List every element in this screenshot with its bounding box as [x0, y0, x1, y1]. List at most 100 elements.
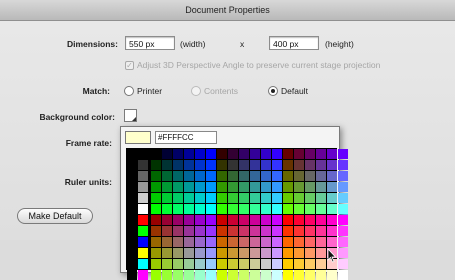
- color-swatch[interactable]: [184, 259, 194, 269]
- color-swatch[interactable]: [272, 193, 282, 203]
- color-swatch[interactable]: [162, 248, 172, 258]
- color-swatch[interactable]: [138, 259, 148, 269]
- match-default-radio[interactable]: [268, 86, 278, 96]
- color-swatch[interactable]: [283, 193, 293, 203]
- color-swatch[interactable]: [151, 204, 161, 214]
- color-swatch[interactable]: [338, 193, 348, 203]
- match-contents-radio[interactable]: [191, 86, 201, 96]
- color-swatch[interactable]: [173, 171, 183, 181]
- color-swatch[interactable]: [184, 193, 194, 203]
- color-swatch[interactable]: [127, 193, 137, 203]
- color-swatch[interactable]: [138, 215, 148, 225]
- color-swatch[interactable]: [316, 248, 326, 258]
- color-swatch[interactable]: [239, 270, 249, 280]
- color-swatch[interactable]: [217, 270, 227, 280]
- color-swatch[interactable]: [138, 171, 148, 181]
- color-swatch[interactable]: [261, 215, 271, 225]
- color-swatch[interactable]: [184, 171, 194, 181]
- color-swatch[interactable]: [261, 160, 271, 170]
- color-swatch[interactable]: [151, 193, 161, 203]
- color-swatch[interactable]: [217, 160, 227, 170]
- color-swatch[interactable]: [151, 215, 161, 225]
- color-swatch[interactable]: [151, 248, 161, 258]
- color-swatch[interactable]: [138, 248, 148, 258]
- color-swatch[interactable]: [239, 204, 249, 214]
- color-swatch[interactable]: [250, 226, 260, 236]
- color-swatch[interactable]: [305, 259, 315, 269]
- color-swatch[interactable]: [272, 182, 282, 192]
- color-swatch[interactable]: [228, 237, 238, 247]
- color-swatch[interactable]: [138, 193, 148, 203]
- color-swatch[interactable]: [327, 149, 337, 159]
- color-swatch[interactable]: [195, 215, 205, 225]
- color-swatch[interactable]: [184, 182, 194, 192]
- color-swatch[interactable]: [261, 237, 271, 247]
- color-swatch[interactable]: [250, 149, 260, 159]
- make-default-button[interactable]: Make Default: [17, 208, 93, 224]
- color-swatch[interactable]: [283, 226, 293, 236]
- color-swatch[interactable]: [283, 248, 293, 258]
- color-swatch[interactable]: [294, 248, 304, 258]
- color-swatch[interactable]: [305, 204, 315, 214]
- color-swatch[interactable]: [261, 149, 271, 159]
- color-swatch[interactable]: [195, 171, 205, 181]
- color-swatch[interactable]: [151, 149, 161, 159]
- color-swatch[interactable]: [305, 182, 315, 192]
- color-swatch[interactable]: [184, 226, 194, 236]
- color-swatch[interactable]: [272, 149, 282, 159]
- color-swatch[interactable]: [173, 204, 183, 214]
- color-swatch[interactable]: [316, 270, 326, 280]
- color-swatch[interactable]: [173, 215, 183, 225]
- color-swatch[interactable]: [228, 226, 238, 236]
- color-swatch[interactable]: [239, 193, 249, 203]
- color-swatch[interactable]: [272, 270, 282, 280]
- color-swatch[interactable]: [127, 182, 137, 192]
- color-swatch[interactable]: [305, 149, 315, 159]
- color-swatch[interactable]: [162, 215, 172, 225]
- color-swatch[interactable]: [184, 204, 194, 214]
- color-swatch[interactable]: [162, 226, 172, 236]
- color-swatch[interactable]: [173, 193, 183, 203]
- color-swatch[interactable]: [173, 182, 183, 192]
- color-swatch[interactable]: [239, 149, 249, 159]
- color-swatch[interactable]: [294, 149, 304, 159]
- color-swatch[interactable]: [127, 149, 137, 159]
- color-swatch[interactable]: [327, 215, 337, 225]
- color-swatch[interactable]: [239, 160, 249, 170]
- color-swatch[interactable]: [283, 270, 293, 280]
- color-swatch[interactable]: [272, 226, 282, 236]
- color-swatch[interactable]: [261, 226, 271, 236]
- color-swatch[interactable]: [305, 270, 315, 280]
- color-swatch[interactable]: [305, 193, 315, 203]
- color-swatch[interactable]: [338, 182, 348, 192]
- color-swatch[interactable]: [127, 226, 137, 236]
- color-swatch[interactable]: [283, 160, 293, 170]
- color-swatch[interactable]: [250, 248, 260, 258]
- color-swatch[interactable]: [239, 171, 249, 181]
- color-swatch[interactable]: [173, 237, 183, 247]
- color-swatch[interactable]: [250, 204, 260, 214]
- color-swatch[interactable]: [127, 259, 137, 269]
- color-swatch[interactable]: [173, 259, 183, 269]
- color-swatch[interactable]: [250, 193, 260, 203]
- color-swatch[interactable]: [127, 248, 137, 258]
- color-swatch[interactable]: [305, 171, 315, 181]
- color-swatch[interactable]: [316, 215, 326, 225]
- color-swatch[interactable]: [272, 248, 282, 258]
- color-swatch[interactable]: [173, 149, 183, 159]
- color-swatch[interactable]: [195, 182, 205, 192]
- color-swatch[interactable]: [138, 182, 148, 192]
- color-swatch[interactable]: [173, 270, 183, 280]
- color-swatch[interactable]: [206, 226, 216, 236]
- color-swatch[interactable]: [162, 193, 172, 203]
- color-swatch[interactable]: [272, 215, 282, 225]
- color-swatch[interactable]: [250, 215, 260, 225]
- color-swatch[interactable]: [162, 237, 172, 247]
- color-swatch[interactable]: [162, 204, 172, 214]
- color-swatch[interactable]: [217, 237, 227, 247]
- color-swatch[interactable]: [261, 259, 271, 269]
- color-swatch[interactable]: [162, 182, 172, 192]
- color-swatch[interactable]: [127, 171, 137, 181]
- color-swatch[interactable]: [327, 193, 337, 203]
- color-swatch[interactable]: [195, 259, 205, 269]
